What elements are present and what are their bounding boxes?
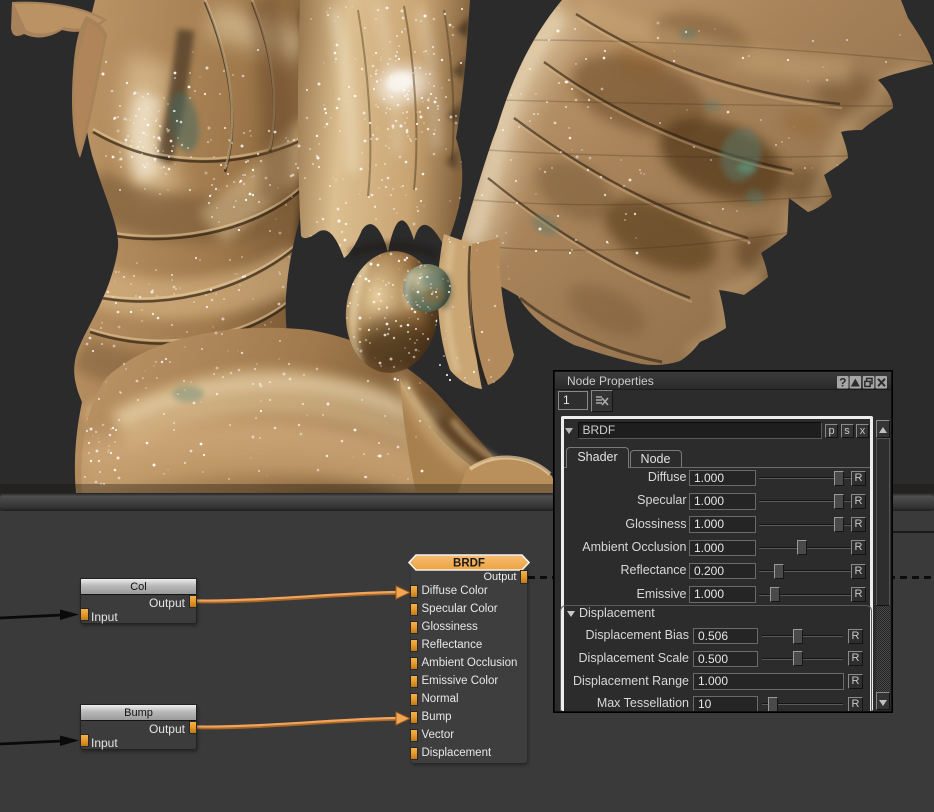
svg-text:?: ? — [839, 376, 846, 389]
svg-text:BRDF: BRDF — [453, 557, 485, 569]
